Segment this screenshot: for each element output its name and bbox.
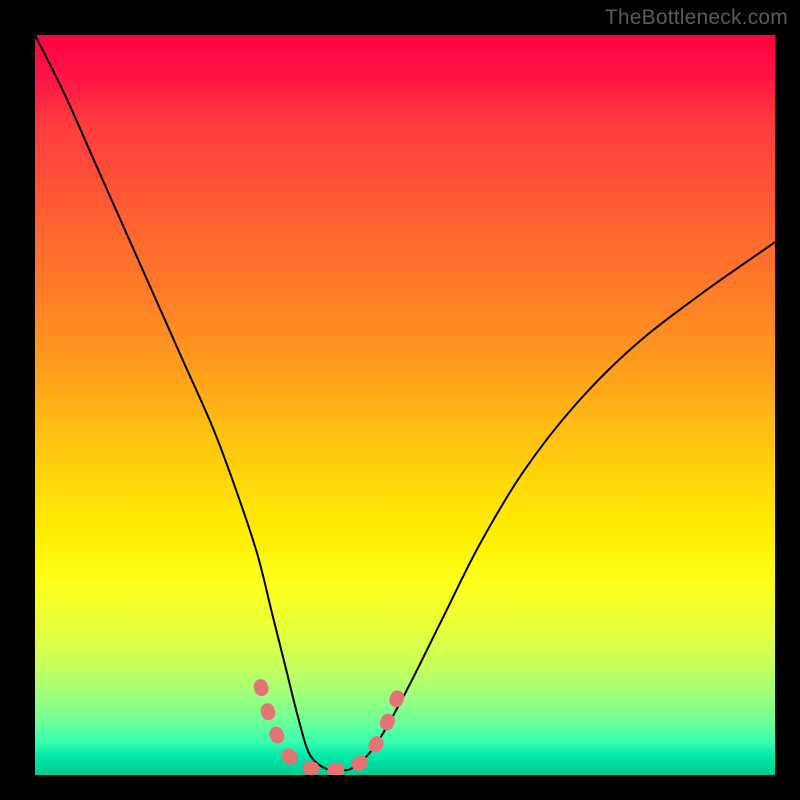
chart-area: [35, 35, 775, 775]
optimal-range-marker-path: [261, 686, 402, 770]
bottleneck-curve-path: [35, 35, 775, 770]
chart-svg: [35, 35, 775, 775]
watermark-text: TheBottleneck.com: [605, 6, 788, 30]
